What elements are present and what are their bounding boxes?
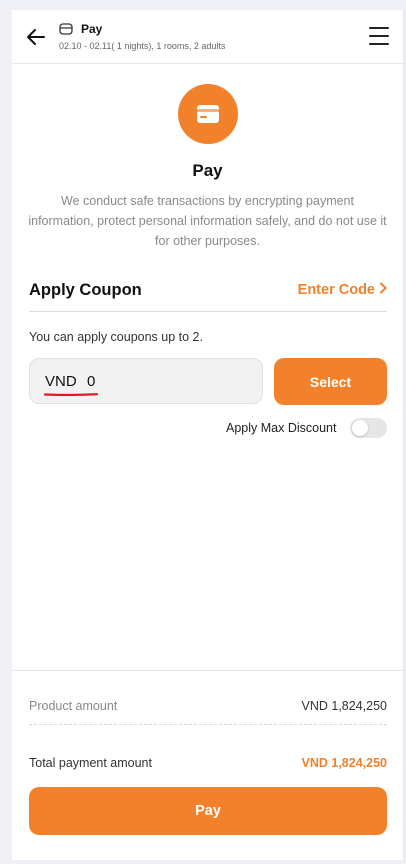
coupon-limit-note: You can apply coupons up to 2. (29, 330, 203, 344)
coupon-currency: VND (45, 373, 77, 390)
red-underline-annotation (44, 393, 98, 396)
total-amount-label: Total payment amount (29, 756, 152, 770)
payment-title: Pay (192, 161, 223, 180)
select-coupon-button[interactable]: Select (274, 358, 387, 405)
coupon-value: 0 (87, 373, 96, 390)
header-title: Pay (81, 22, 103, 36)
max-discount-toggle[interactable] (350, 418, 387, 438)
coupon-amount-field: VND 0 (29, 358, 263, 404)
booking-summary: 02.10 - 02.11( 1 nights), 1 rooms, 2 adu… (59, 41, 226, 51)
hamburger-menu-icon[interactable] (369, 27, 389, 45)
security-notice: We conduct safe transactions by encrypti… (28, 194, 387, 248)
coupon-header: Apply Coupon Enter Code (29, 279, 387, 312)
back-arrow-icon[interactable] (26, 28, 48, 48)
payment-summary: Product amount VND 1,824,250 Total payme… (12, 670, 403, 860)
product-amount-label: Product amount (29, 699, 118, 713)
payment-screen: Pay 02.10 - 02.11( 1 nights), 1 rooms, 2… (12, 10, 404, 860)
top-bar: Pay 02.10 - 02.11( 1 nights), 1 rooms, 2… (12, 10, 403, 64)
enter-code-label: Enter Code (297, 282, 375, 298)
pay-button[interactable]: Pay (29, 787, 387, 835)
total-amount-value: VND 1,824,250 (301, 756, 387, 770)
max-discount-label: Apply Max Discount (226, 421, 337, 435)
product-amount-value: VND 1,824,250 (301, 699, 387, 713)
hotel-icon (59, 22, 73, 35)
chevron-right-icon (379, 282, 387, 298)
coupon-section-title: Apply Coupon (29, 281, 142, 299)
credit-card-icon (178, 84, 238, 144)
divider (29, 724, 387, 725)
toggle-knob (352, 420, 368, 436)
enter-code-link[interactable]: Enter Code (298, 282, 387, 298)
